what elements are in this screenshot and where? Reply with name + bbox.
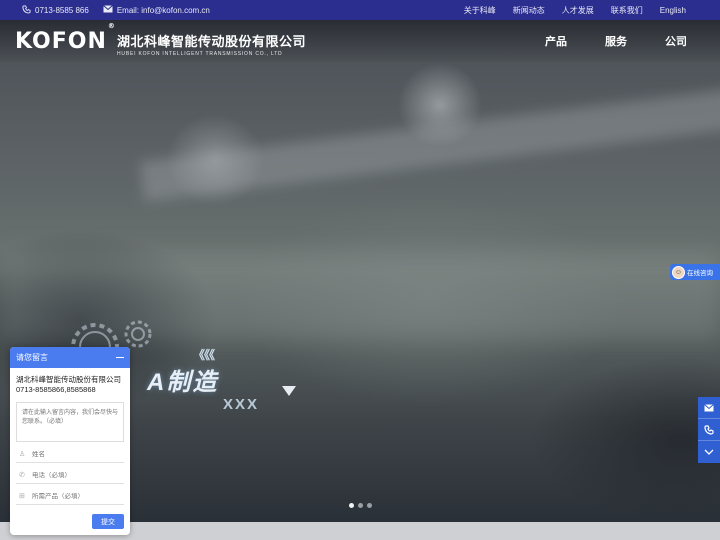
submit-button[interactable]: 提交 — [92, 514, 124, 529]
nav-item-services[interactable]: 服务 — [605, 33, 627, 49]
product-field: ⊞ — [16, 488, 124, 505]
slider-dot-2[interactable] — [358, 503, 363, 508]
message-widget: 请您留言 湖北科峰智能传动股份有限公司0713-8585866,8585868 … — [10, 347, 130, 535]
email-address: Email: info@kofon.com.cn — [116, 5, 210, 15]
top-link-contact[interactable]: 联系我们 — [611, 5, 643, 16]
hero-slogan: A制造 — [147, 369, 219, 396]
slider-dot-1[interactable] — [349, 503, 354, 508]
phone-input[interactable] — [32, 471, 122, 479]
top-link-talent[interactable]: 人才发展 — [562, 5, 594, 16]
hero-background-beam — [139, 88, 720, 202]
phone-field: ✆ — [16, 467, 124, 484]
slider-dots — [349, 503, 372, 508]
user-icon: ♙ — [19, 451, 26, 458]
mail-icon — [102, 5, 113, 15]
message-widget-title: 请您留言 — [16, 353, 48, 362]
logo[interactable]: KOFON® — [15, 22, 115, 54]
chevron-down-icon — [704, 449, 714, 455]
side-phone-button[interactable] — [698, 419, 720, 441]
company-name-en: HUBEI KOFON INTELLIGENT TRANSMISSION CO.… — [117, 51, 283, 57]
main-nav: 产品 服务 公司 — [545, 33, 687, 49]
company-name: 湖北科峰智能传动股份有限公司 HUBEI KOFON INTELLIGENT T… — [117, 31, 306, 57]
logo-text: KOFON — [15, 29, 107, 54]
minimize-icon[interactable] — [116, 357, 124, 358]
slider-dot-3[interactable] — [367, 503, 372, 508]
side-mail-button[interactable] — [698, 397, 720, 419]
phone-icon — [704, 424, 714, 435]
message-textarea[interactable] — [16, 402, 124, 442]
top-links: 关于科峰 新闻动态 人才发展 联系我们 English — [464, 0, 686, 20]
registered-mark: ® — [107, 21, 116, 30]
company-name-cn: 湖北科峰智能传动股份有限公司 — [117, 34, 307, 49]
side-toolbar — [698, 397, 720, 463]
side-collapse-button[interactable] — [698, 441, 720, 463]
phone-number: 0713-8585 866 — [35, 5, 89, 15]
online-consult-button[interactable]: ☺ 在线咨询 — [670, 264, 720, 280]
triangle-decoration — [282, 386, 296, 396]
top-link-about[interactable]: 关于科峰 — [464, 5, 496, 16]
chevrons-decoration: 《《《 — [193, 348, 215, 362]
contact-info: 0713-8585 866 Email: info@kofon.com.cn — [22, 0, 210, 20]
agent-avatar-icon: ☺ — [672, 265, 685, 279]
nav-item-products[interactable]: 产品 — [545, 33, 567, 49]
phone-icon: ✆ — [19, 472, 25, 479]
name-field: ♙ — [16, 446, 124, 463]
top-link-english[interactable]: English — [660, 6, 686, 15]
top-bar: 0713-8585 866 Email: info@kofon.com.cn 关… — [0, 0, 720, 20]
online-consult-label: 在线咨询 — [687, 270, 713, 277]
xxx-decoration: XXX — [223, 396, 260, 413]
mail-icon — [704, 403, 714, 411]
phone-icon — [22, 4, 31, 16]
top-link-news[interactable]: 新闻动态 — [513, 5, 545, 16]
product-icon: ⊞ — [19, 493, 25, 500]
site-header: KOFON® 湖北科峰智能传动股份有限公司 HUBEI KOFON INTELL… — [0, 20, 720, 62]
message-widget-company: 湖北科峰智能传动股份有限公司0713-8585866,8585868 — [16, 375, 121, 394]
name-input[interactable] — [32, 450, 122, 458]
product-input[interactable] — [32, 492, 122, 500]
nav-item-company[interactable]: 公司 — [665, 33, 687, 49]
message-widget-header: 请您留言 — [10, 347, 130, 368]
